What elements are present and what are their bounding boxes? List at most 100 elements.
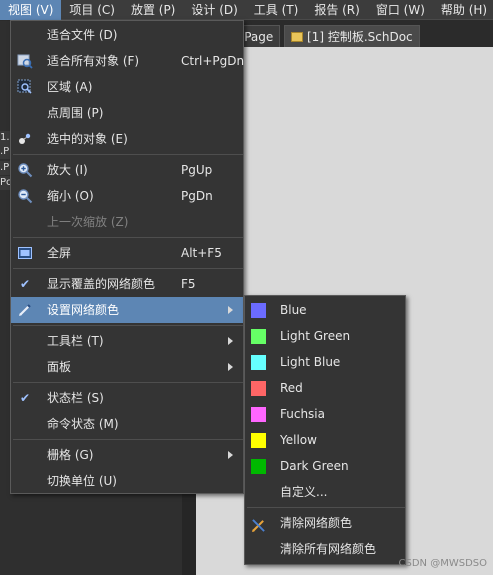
- zoom-in-icon: [17, 162, 33, 178]
- menu-item-label: 清除所有网络颜色: [280, 542, 377, 556]
- menu-item-shortcut: PgDn: [181, 189, 213, 203]
- menu-project[interactable]: 项目 (C): [61, 0, 123, 20]
- area-zoom-icon: [17, 79, 33, 95]
- menu-item-label: 工具栏 (T): [47, 334, 104, 348]
- selected-objects-icon: [17, 131, 33, 147]
- watermark: CSDN @MWSDSO: [398, 558, 487, 569]
- menu-item-around-point[interactable]: 点周围 (P): [11, 100, 243, 126]
- menu-separator: [13, 268, 243, 269]
- menu-item-zoom-out[interactable]: 缩小 (O) PgDn: [11, 183, 243, 209]
- menu-item-shortcut: PgUp: [181, 163, 213, 177]
- menu-item-label: Light Green: [280, 329, 351, 343]
- menu-item-shortcut: F5: [181, 277, 196, 291]
- menu-item-label: 区域 (A): [47, 80, 93, 94]
- menu-item-label: 点周围 (P): [47, 106, 104, 120]
- menu-item-label: Yellow: [280, 433, 317, 447]
- menu-item-command-status[interactable]: 命令状态 (M): [11, 411, 243, 437]
- menu-item-label: 切换单位 (U): [47, 474, 117, 488]
- menu-item-label: Red: [280, 381, 303, 395]
- schematic-doc-icon: [291, 32, 303, 42]
- tab-schdoc[interactable]: [1] 控制板.SchDoc: [284, 25, 420, 47]
- menu-tools[interactable]: 工具 (T): [246, 0, 307, 20]
- menu-item-toolbars[interactable]: 工具栏 (T): [11, 328, 243, 354]
- submenu-arrow-icon: [228, 451, 233, 459]
- menu-item-grids[interactable]: 栅格 (G): [11, 442, 243, 468]
- submenu-arrow-icon: [228, 337, 233, 345]
- menu-item-label: 全屏: [47, 246, 72, 260]
- menu-separator: [13, 325, 243, 326]
- menu-item-toggle-units[interactable]: 切换单位 (U): [11, 468, 243, 494]
- fit-document-icon: [17, 27, 33, 43]
- menu-window[interactable]: 窗口 (W): [368, 0, 433, 20]
- color-option-custom[interactable]: 自定义...: [245, 479, 405, 505]
- menu-item-clear-net-color[interactable]: 清除网络颜色: [245, 510, 405, 536]
- menu-item-label: 适合文件 (D): [47, 28, 118, 42]
- menu-item-label: 设置网络颜色: [47, 303, 120, 317]
- color-swatch: [251, 355, 266, 370]
- menu-item-fullscreen[interactable]: 全屏 Alt+F5: [11, 240, 243, 266]
- color-swatch: [251, 407, 266, 422]
- menu-item-label: 栅格 (G): [47, 448, 94, 462]
- color-swatch: [251, 329, 266, 344]
- menu-item-label: 命令状态 (M): [47, 417, 119, 431]
- menu-design[interactable]: 设计 (D): [183, 0, 245, 20]
- menu-bar: 视图 (V) 项目 (C) 放置 (P) 设计 (D) 工具 (T) 报告 (R…: [0, 0, 493, 20]
- fullscreen-icon: [17, 245, 33, 261]
- menu-help[interactable]: 帮助 (H): [433, 0, 493, 20]
- menu-item-status-bar[interactable]: ✔ 状态栏 (S): [11, 385, 243, 411]
- menu-place[interactable]: 放置 (P): [123, 0, 183, 20]
- submenu-arrow-icon: [228, 363, 233, 371]
- menu-item-selected-objects[interactable]: 选中的对象 (E): [11, 126, 243, 152]
- menu-item-show-net-color-override[interactable]: ✔ 显示覆盖的网络颜色 F5: [11, 271, 243, 297]
- menu-reports[interactable]: 报告 (R): [306, 0, 368, 20]
- net-color-submenu: Blue Light Green Light Blue Red Fuchsia …: [244, 295, 406, 565]
- menu-item-label: 状态栏 (S): [47, 391, 104, 405]
- menu-item-previous-zoom: 上一次缩放 (Z): [11, 209, 243, 235]
- menu-item-zoom-in[interactable]: 放大 (I) PgUp: [11, 157, 243, 183]
- menu-item-label: 上一次缩放 (Z): [47, 215, 129, 229]
- menu-item-label: 自定义...: [280, 485, 328, 499]
- color-option-light-blue[interactable]: Light Blue: [245, 349, 405, 375]
- menu-item-label: Blue: [280, 303, 307, 317]
- menu-item-panels[interactable]: 面板: [11, 354, 243, 380]
- menu-separator: [13, 237, 243, 238]
- color-option-blue[interactable]: Blue: [245, 297, 405, 323]
- menu-item-shortcut: Ctrl+PgDn: [181, 54, 245, 68]
- menu-item-label: 适合所有对象 (F): [47, 54, 140, 68]
- menu-item-set-net-color[interactable]: 设置网络颜色: [11, 297, 243, 323]
- menu-separator: [13, 439, 243, 440]
- color-swatch: [251, 381, 266, 396]
- menu-item-label: 显示覆盖的网络颜色: [47, 277, 156, 291]
- color-option-dark-green[interactable]: Dark Green: [245, 453, 405, 479]
- color-option-fuchsia[interactable]: Fuchsia: [245, 401, 405, 427]
- pen-icon: [17, 302, 33, 318]
- menu-separator: [13, 154, 243, 155]
- clear-net-color-icon: [251, 516, 266, 533]
- color-option-yellow[interactable]: Yellow: [245, 427, 405, 453]
- menu-item-shortcut: Alt+F5: [181, 246, 222, 260]
- menu-item-fit-document[interactable]: 适合文件 (D): [11, 22, 243, 48]
- menu-separator: [13, 382, 243, 383]
- menu-separator: [247, 507, 405, 508]
- color-option-red[interactable]: Red: [245, 375, 405, 401]
- menu-item-label: 清除网络颜色: [280, 516, 353, 530]
- menu-item-label: 放大 (I): [47, 163, 88, 177]
- tab-label: [1] 控制板.SchDoc: [307, 30, 413, 44]
- color-option-light-green[interactable]: Light Green: [245, 323, 405, 349]
- menu-item-area[interactable]: 区域 (A): [11, 74, 243, 100]
- menu-item-label: Dark Green: [280, 459, 349, 473]
- menu-item-label: 选中的对象 (E): [47, 132, 128, 146]
- menu-item-fit-all-objects[interactable]: 适合所有对象 (F) Ctrl+PgDn: [11, 48, 245, 74]
- check-icon: ✔: [19, 391, 31, 405]
- menu-item-label: Fuchsia: [280, 407, 325, 421]
- zoom-out-icon: [17, 188, 33, 204]
- color-swatch: [251, 459, 266, 474]
- menu-item-clear-all-net-colors[interactable]: 清除所有网络颜色: [245, 536, 405, 562]
- view-menu-dropdown: 适合文件 (D) 适合所有对象 (F) Ctrl+PgDn 区域 (A) 点周围…: [10, 20, 244, 494]
- menu-item-label: 缩小 (O): [47, 189, 94, 203]
- fit-all-objects-icon: [17, 53, 33, 69]
- submenu-arrow-icon: [228, 306, 233, 314]
- menu-item-label: 面板: [47, 360, 72, 374]
- menu-view[interactable]: 视图 (V): [0, 0, 62, 20]
- check-icon: ✔: [19, 277, 31, 291]
